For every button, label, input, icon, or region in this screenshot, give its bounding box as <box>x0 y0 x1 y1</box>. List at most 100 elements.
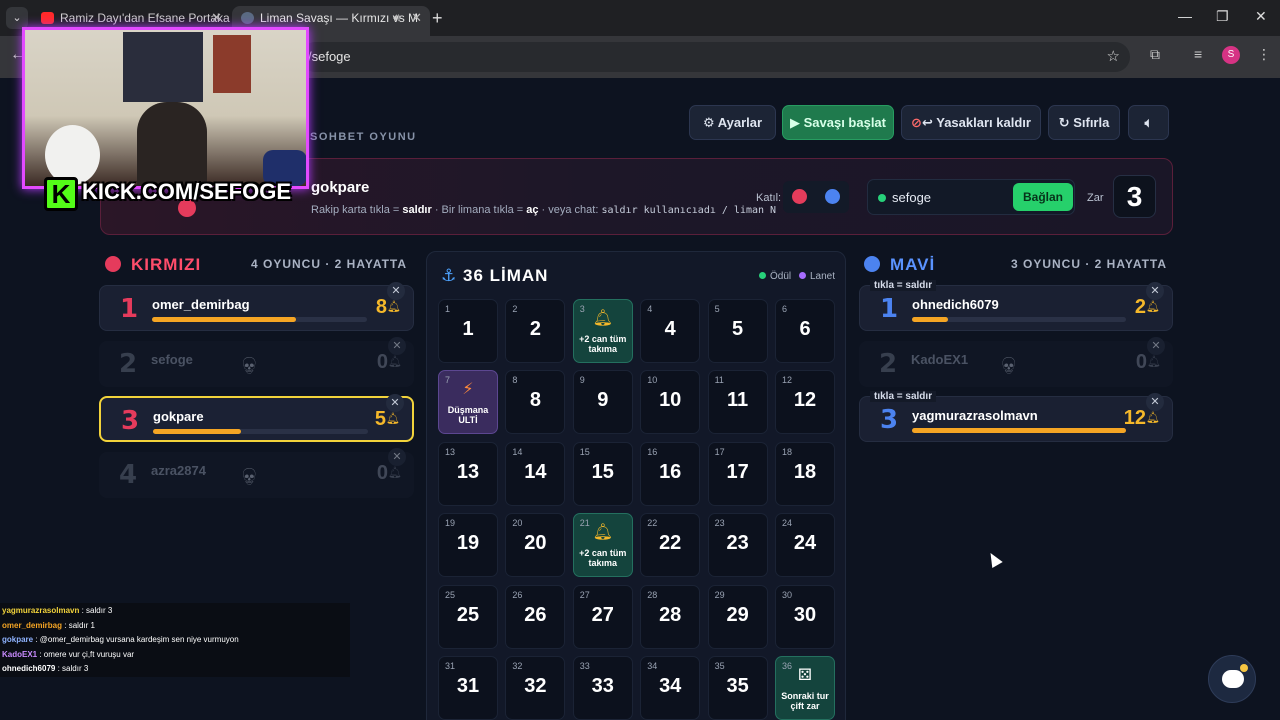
tab-search-chevron-icon[interactable]: ⌄ <box>6 7 28 29</box>
reset-label: Sıfırla <box>1073 115 1110 130</box>
chat-text: : omere vur çi,ft vuruşu var <box>39 649 135 659</box>
harbor-cell-27[interactable]: 27 27 <box>572 584 633 649</box>
harbor-cell-33[interactable]: 33 33 <box>572 656 633 720</box>
board-title-text: 36 LİMAN <box>462 266 549 285</box>
player-card[interactable]: 3 gokpare 5 🔔︎ ✕ <box>99 394 414 442</box>
extensions-icon[interactable]: ⧉ <box>1150 46 1160 63</box>
player-name: omer_demirbag <box>152 297 250 312</box>
harbor-number: 1 <box>445 304 451 314</box>
harbor-cell-16[interactable]: 16 16 <box>640 441 701 506</box>
harbor-cell-32[interactable]: 32 32 <box>505 656 566 720</box>
harbor-cell-5[interactable]: 55 <box>707 299 768 363</box>
connect-button[interactable]: Bağlan <box>1013 183 1073 211</box>
player-card[interactable]: 3 yagmurazrasolmavn 12 🔔︎ ✕ tıkla = saldır <box>859 391 1173 442</box>
player-card[interactable]: 2 KadoEX1 💀︎ 0 🔔︎ ✕ <box>859 337 1173 387</box>
restore-icon[interactable]: ❐ <box>1216 8 1229 25</box>
menu-kebab-icon[interactable]: ⋮ <box>1257 46 1271 63</box>
harbor-cell-8[interactable]: 88 <box>505 370 566 435</box>
player-lives: 12 <box>1123 407 1146 429</box>
reset-button[interactable]: ↻ Sıfırla <box>1048 105 1120 140</box>
minimize-icon[interactable]: — <box>1178 8 1192 24</box>
harbor-number: 12 <box>782 375 793 386</box>
remove-player-icon[interactable]: ✕ <box>388 448 406 466</box>
player-card[interactable]: 2 sefoge 💀︎ 0 🔔︎ ✕ <box>99 337 414 387</box>
bolt-icon: ⚡︎ <box>462 381 474 399</box>
harbor-cell-19[interactable]: 19 19 <box>438 513 498 578</box>
no-entry-icon: ⊘ <box>911 115 922 130</box>
harbor-cell-9[interactable]: 99 <box>572 370 633 435</box>
harbor-cell-24[interactable]: 24 24 <box>775 513 835 578</box>
harbor-number: 29 <box>714 589 725 600</box>
chat-bubble-button[interactable] <box>1208 655 1256 703</box>
tab-close-icon[interactable]: ✕ <box>411 6 422 30</box>
media-control-icon[interactable]: ≡ <box>1194 46 1202 62</box>
omnibox[interactable]: /sefoge ☆ <box>300 42 1130 72</box>
harbor-cell-15[interactable]: 15 15 <box>572 441 633 506</box>
chat-message: omer_demirbag : saldır 1 <box>2 621 95 630</box>
refresh-icon: ↻ <box>1058 115 1070 130</box>
harbor-big-number: 33 <box>591 675 614 697</box>
harbor-cell-28[interactable]: 28 28 <box>640 584 701 649</box>
harbor-cell-2[interactable]: 22 <box>505 299 566 363</box>
bookmark-star-icon[interactable]: ☆ <box>1107 47 1120 65</box>
harbor-cell-10[interactable]: 10 10 <box>640 370 701 435</box>
remove-player-icon[interactable]: ✕ <box>1146 282 1164 300</box>
harbor-cell-34[interactable]: 34 34 <box>640 656 701 720</box>
harbor-cell-35[interactable]: 35 35 <box>707 656 768 720</box>
harbor-cell-1[interactable]: 11 <box>438 299 498 363</box>
harbor-cell-30[interactable]: 30 30 <box>775 584 835 649</box>
harbor-cell-22[interactable]: 22 22 <box>640 513 701 578</box>
red-team-count: 4 OYUNCU · 2 HAYATTA <box>251 257 408 271</box>
harbor-cell-29[interactable]: 29 29 <box>707 584 768 649</box>
harbor-number: 25 <box>445 589 456 600</box>
profile-avatar[interactable]: S <box>1222 46 1240 64</box>
clear-bans-button[interactable]: ⊘↩ Yasakları kaldır <box>901 105 1041 140</box>
harbor-number: 34 <box>647 661 658 671</box>
player-card[interactable]: 1 ohnedich6079 2 🔔︎ ✕ tıkla = saldır <box>859 280 1173 331</box>
harbor-cell-13[interactable]: 13 13 <box>438 441 498 506</box>
sound-button[interactable]: 🔈︎ <box>1128 105 1169 140</box>
harbor-cell-31[interactable]: 31 31 <box>438 656 498 720</box>
harbor-cell-4[interactable]: 44 <box>640 299 701 363</box>
remove-player-icon[interactable]: ✕ <box>388 337 406 355</box>
start-battle-button[interactable]: ▶ Savaşı başlat <box>782 105 894 140</box>
close-window-icon[interactable]: ✕ <box>1255 8 1267 25</box>
settings-button[interactable]: ⚙ Ayarlar <box>689 105 776 140</box>
harbor-cell-3[interactable]: 3 🔔︎ +2 can tüm takıma <box>572 299 633 363</box>
harbor-cell-12[interactable]: 12 12 <box>775 370 835 435</box>
harbor-cell-20[interactable]: 20 20 <box>505 513 566 578</box>
remove-player-icon[interactable]: ✕ <box>387 282 405 300</box>
harbor-cell-21[interactable]: 21 🔔︎ +2 can tüm takıma <box>572 513 633 578</box>
speaker-icon[interactable]: 🔊︎ <box>393 6 400 30</box>
harbor-number: 30 <box>782 589 793 600</box>
join-blue-button[interactable] <box>825 189 840 204</box>
harbor-cell-14[interactable]: 14 14 <box>505 441 566 506</box>
join-red-button[interactable] <box>792 189 807 204</box>
bell-icon: 🔔︎ <box>387 301 401 313</box>
player-card[interactable]: 1 omer_demirbag 8 🔔︎ ✕ <box>99 282 414 331</box>
legend-curse-label: Lanet <box>810 271 836 282</box>
harbor-cell-17[interactable]: 17 17 <box>707 441 768 506</box>
harbor-big-number: 19 <box>456 532 480 555</box>
harbor-cell-23[interactable]: 23 23 <box>707 513 768 578</box>
harbor-cell-7[interactable]: 7 ⚡︎ Düşmana ULTİ <box>438 370 498 435</box>
player-card[interactable]: 4 azra2874 💀︎ 0 🔔︎ ✕ <box>99 448 414 498</box>
harbor-cell-25[interactable]: 25 25 <box>438 584 498 649</box>
poster-wall <box>123 32 203 102</box>
remove-player-icon[interactable]: ✕ <box>1147 337 1165 355</box>
harbor-cell-36[interactable]: 36 ⚄ Sonraki tur çift zar <box>775 656 835 720</box>
harbor-cell-18[interactable]: 18 18 <box>775 441 835 506</box>
harbor-cell-11[interactable]: 11 11 <box>707 370 768 435</box>
remove-player-icon[interactable]: ✕ <box>1146 393 1164 411</box>
youtube-icon <box>41 12 54 24</box>
harbor-big-number: 18 <box>793 460 817 483</box>
lives-bar-fill <box>912 428 1126 433</box>
chat-text: : saldır 3 <box>57 664 89 673</box>
harbor-cell-26[interactable]: 26 26 <box>505 584 566 649</box>
legend-curse: Lanet <box>799 271 835 282</box>
click-to-attack-tag: tıkla = saldır <box>870 280 937 291</box>
remove-player-icon[interactable]: ✕ <box>386 394 404 412</box>
harbor-big-number: 27 <box>591 603 614 626</box>
harbor-cell-6[interactable]: 66 <box>775 299 835 363</box>
new-tab-button[interactable]: + <box>432 8 443 28</box>
